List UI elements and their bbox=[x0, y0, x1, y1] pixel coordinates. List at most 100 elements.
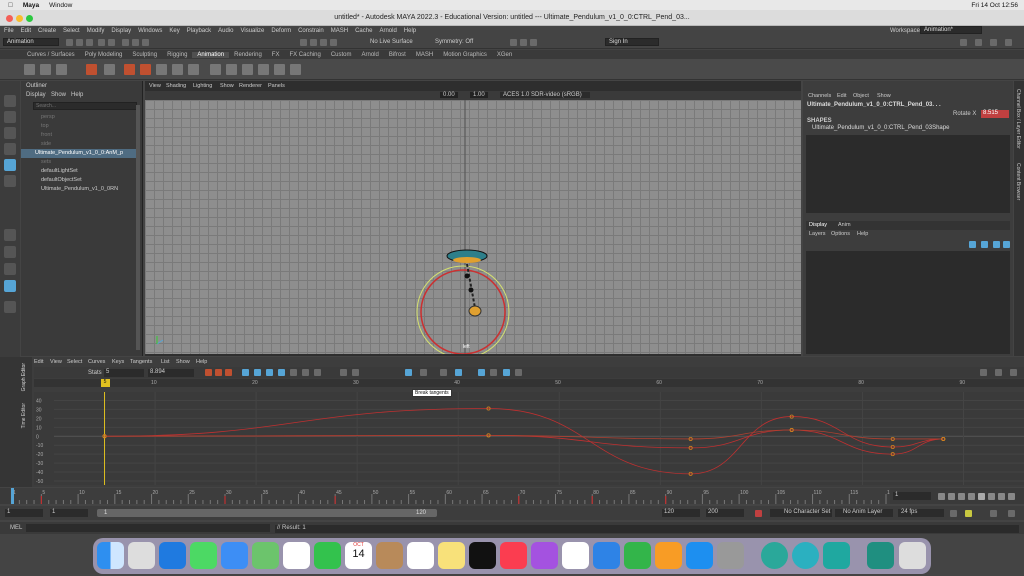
lasso-tool-icon[interactable] bbox=[4, 111, 16, 123]
graph-options-icon[interactable] bbox=[1010, 369, 1017, 376]
graph-menu-edit[interactable]: Edit bbox=[34, 359, 43, 365]
trash-icon[interactable] bbox=[899, 542, 926, 569]
podcasts-icon[interactable] bbox=[531, 542, 558, 569]
app-store-icon[interactable] bbox=[686, 542, 713, 569]
shelf-tab-custom[interactable]: Custom bbox=[326, 52, 357, 58]
lattice-icon[interactable] bbox=[290, 64, 301, 75]
side-tab-graph-editor[interactable]: Graph Editor bbox=[21, 363, 27, 391]
normalize-curves-icon[interactable] bbox=[478, 369, 485, 376]
graph-menu-help[interactable]: Help bbox=[196, 359, 207, 365]
shelf-tab-curves-surfaces[interactable]: Curves / Surfaces bbox=[22, 52, 80, 58]
select-tool-icon[interactable] bbox=[4, 95, 16, 107]
plateau-tangent-icon[interactable] bbox=[314, 369, 321, 376]
sign-in-select[interactable]: Sign In bbox=[605, 38, 659, 46]
auto-tangent-icon[interactable] bbox=[242, 369, 249, 376]
menu-modify[interactable]: Modify bbox=[87, 28, 105, 34]
command-input[interactable] bbox=[26, 524, 270, 532]
maya-icon[interactable] bbox=[823, 542, 850, 569]
current-frame-field[interactable]: 1 bbox=[893, 492, 931, 500]
calendar-icon[interactable]: OCT 14 bbox=[345, 542, 372, 569]
graph-ruler[interactable] bbox=[34, 379, 1024, 387]
attribute-editor-icon[interactable] bbox=[975, 39, 982, 46]
menuset-select[interactable]: Animation bbox=[3, 38, 59, 46]
step-back-icon[interactable] bbox=[948, 493, 955, 500]
outliner-menu-display[interactable]: Display bbox=[26, 92, 46, 98]
go-to-end-icon[interactable] bbox=[1008, 493, 1015, 500]
cluster-icon[interactable] bbox=[274, 64, 285, 75]
edge-icon[interactable] bbox=[761, 542, 788, 569]
rotate-x-field[interactable]: 8.515 bbox=[981, 110, 1009, 118]
redo-icon[interactable] bbox=[108, 39, 115, 46]
channel-box-icon[interactable] bbox=[1005, 39, 1012, 46]
graph-menu-tangents[interactable]: Tangents bbox=[130, 359, 152, 365]
speaker-icon[interactable] bbox=[990, 510, 997, 517]
maya-alt-icon[interactable] bbox=[867, 542, 894, 569]
create-ik-icon[interactable] bbox=[124, 64, 135, 75]
maps-icon[interactable] bbox=[252, 542, 279, 569]
menu-arnold[interactable]: Arnold bbox=[379, 28, 396, 34]
messages-icon[interactable] bbox=[190, 542, 217, 569]
select-object-icon[interactable] bbox=[132, 39, 139, 46]
menu-edit[interactable]: Edit bbox=[21, 28, 31, 34]
shelf-tab-xgen[interactable]: XGen bbox=[492, 52, 517, 58]
apple-icon[interactable]:  bbox=[8, 2, 13, 9]
stats-frame-field[interactable]: 5 bbox=[104, 369, 144, 377]
facetime-icon[interactable] bbox=[314, 542, 341, 569]
undo-icon[interactable] bbox=[98, 39, 105, 46]
flat-tangent-icon[interactable] bbox=[290, 369, 297, 376]
buffer-curve-icon[interactable] bbox=[340, 369, 347, 376]
graph-menu-keys[interactable]: Keys bbox=[112, 359, 124, 365]
constraint-parent-icon[interactable] bbox=[210, 64, 221, 75]
constraint-scale-icon[interactable] bbox=[242, 64, 253, 75]
shelf-tab-motion-graphics[interactable]: Motion Graphics bbox=[438, 52, 492, 58]
key-translate-icon[interactable] bbox=[40, 64, 51, 75]
outliner-menu-help[interactable]: Help bbox=[71, 92, 83, 98]
menu-create[interactable]: Create bbox=[38, 28, 56, 34]
apple-tv-icon[interactable] bbox=[469, 542, 496, 569]
viewport-menu-lighting[interactable]: Lighting bbox=[193, 83, 212, 89]
step-forward-icon[interactable] bbox=[998, 493, 1005, 500]
channelbox-menu-object[interactable]: Object bbox=[853, 93, 869, 99]
outliner-item-pendulum-anm[interactable]: Ultimate_Pendulum_v1_0_0:AnM_p bbox=[35, 150, 123, 156]
play-forwards-icon[interactable] bbox=[978, 493, 985, 500]
shelf-tab-arnold[interactable]: Arnold bbox=[357, 52, 384, 58]
clamped-tangent-icon[interactable] bbox=[266, 369, 273, 376]
viewport-menu-panels[interactable]: Panels bbox=[268, 83, 285, 89]
photos-icon[interactable] bbox=[283, 542, 310, 569]
range-slider[interactable] bbox=[97, 509, 437, 517]
layer-tab-display[interactable]: Display bbox=[809, 222, 827, 228]
shelf-tab-rigging[interactable]: Rigging bbox=[162, 52, 192, 58]
render-settings-icon[interactable] bbox=[530, 39, 537, 46]
side-tab-content-browser[interactable]: Content Browser bbox=[1015, 163, 1021, 200]
graph-layout-icon[interactable] bbox=[4, 280, 16, 292]
motion-trail-icon[interactable] bbox=[156, 64, 167, 75]
viewport-menu-show[interactable]: Show bbox=[220, 83, 234, 89]
constraint-point-icon[interactable] bbox=[172, 64, 183, 75]
go-to-start-icon[interactable] bbox=[938, 493, 945, 500]
minimize-window-button[interactable] bbox=[16, 15, 23, 22]
insert-keys-icon[interactable] bbox=[215, 369, 222, 376]
playback-start-field[interactable]: 1 bbox=[50, 509, 88, 517]
graph-playhead-marker[interactable]: 5 bbox=[100, 379, 110, 387]
notes-icon[interactable] bbox=[438, 542, 465, 569]
pre-infinity-icon[interactable] bbox=[503, 369, 510, 376]
menu-help[interactable]: Help bbox=[404, 28, 416, 34]
new-layer-selected-icon[interactable] bbox=[981, 241, 988, 248]
menu-select[interactable]: Select bbox=[63, 28, 80, 34]
side-tab-channel-box[interactable]: Channel Box / Layer Editor bbox=[1015, 89, 1021, 149]
move-layer-up-icon[interactable] bbox=[993, 241, 1000, 248]
gamma-field[interactable]: 1.00 bbox=[470, 92, 488, 98]
channelbox-menu-edit[interactable]: Edit bbox=[837, 93, 846, 99]
window-menu[interactable]: Window bbox=[49, 2, 72, 9]
colorspace-select[interactable]: ACES 1.0 SDR-video (sRGB) bbox=[500, 92, 590, 98]
layer-menu-options[interactable]: Options bbox=[831, 231, 850, 237]
layer-menu-help[interactable]: Help bbox=[857, 231, 868, 237]
rotate-tool-icon[interactable] bbox=[4, 159, 16, 171]
linear-tangent-icon[interactable] bbox=[278, 369, 285, 376]
outliner-search-input[interactable] bbox=[33, 102, 137, 110]
reminders-icon[interactable] bbox=[407, 542, 434, 569]
snap-grid-icon[interactable] bbox=[300, 39, 307, 46]
step-back-key-icon[interactable] bbox=[958, 493, 965, 500]
loop-icon[interactable] bbox=[950, 510, 957, 517]
news-icon[interactable] bbox=[562, 542, 589, 569]
